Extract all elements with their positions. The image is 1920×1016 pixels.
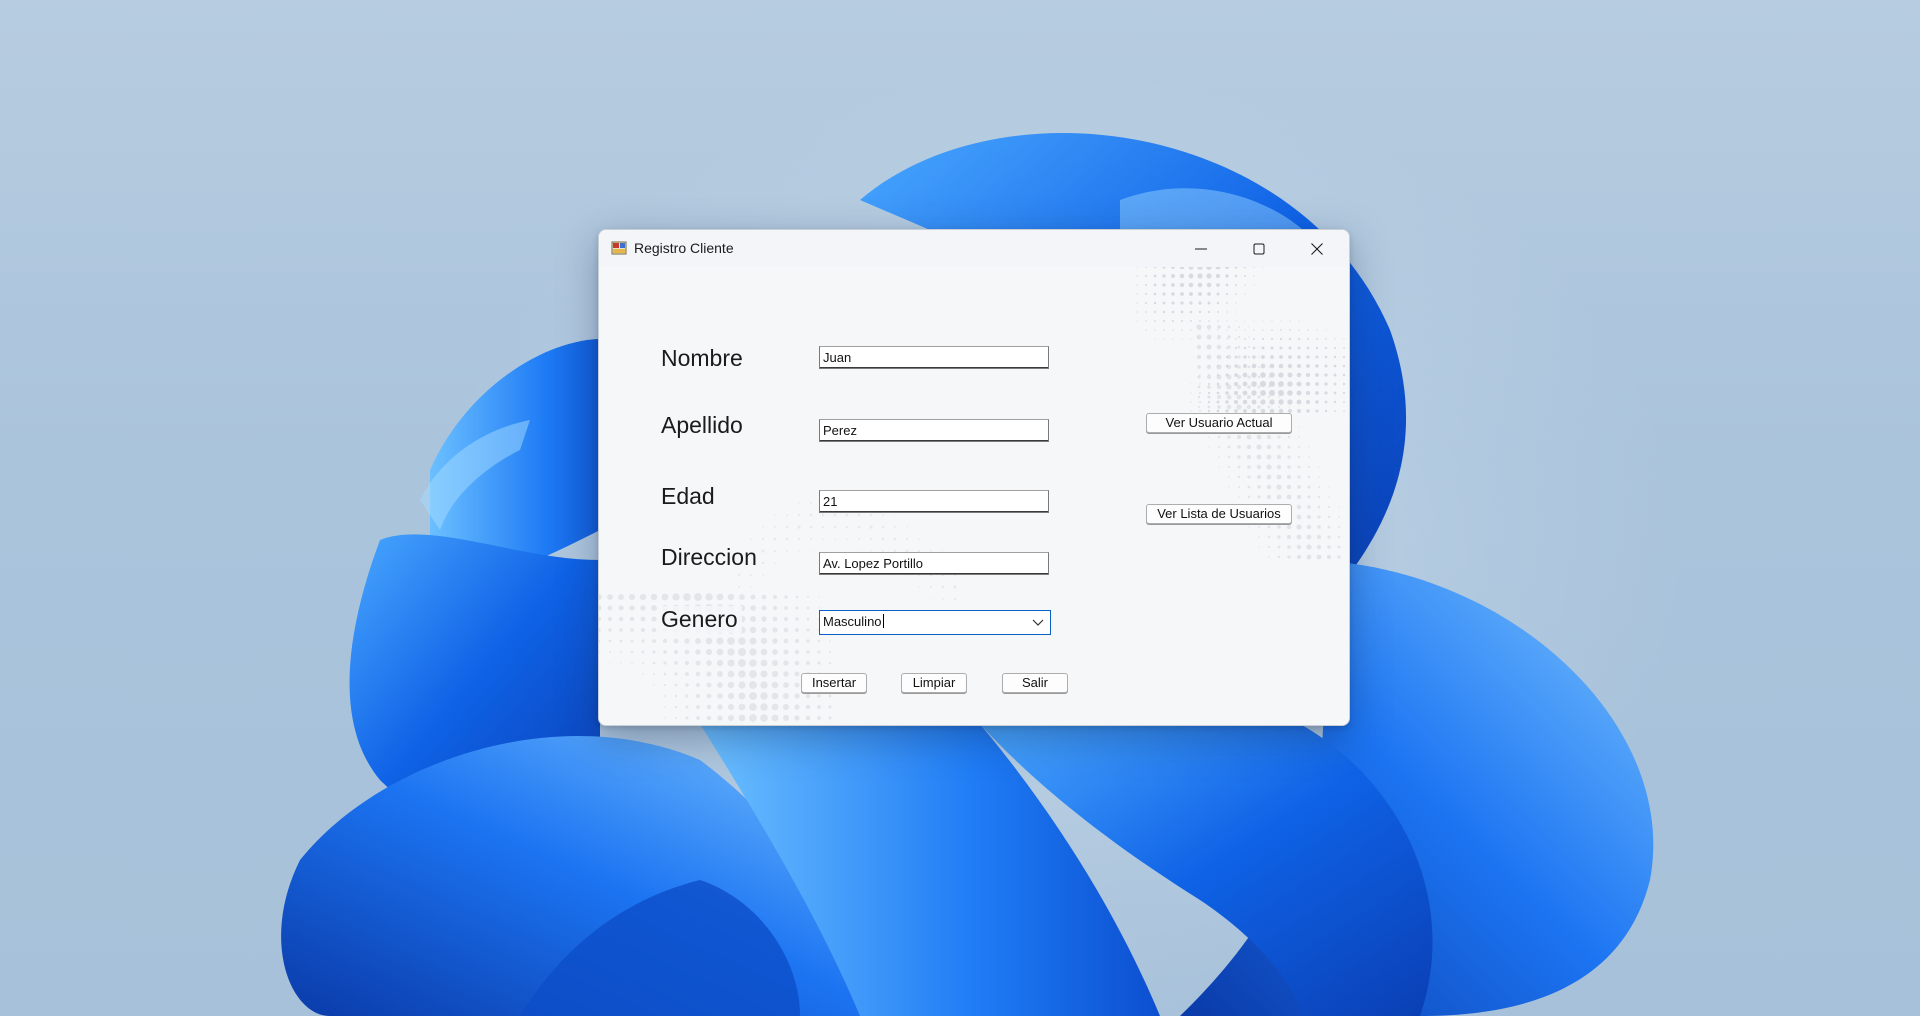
genero-label: Genero bbox=[659, 606, 742, 633]
limpiar-button[interactable]: Limpiar bbox=[901, 673, 967, 693]
form-client-area: Nombre Juan Apellido Perez Edad 21 Direc… bbox=[599, 267, 1349, 725]
ver-usuario-actual-button[interactable]: Ver Usuario Actual bbox=[1146, 413, 1292, 433]
window-title: Registro Cliente bbox=[634, 240, 734, 256]
minimize-icon bbox=[1195, 248, 1207, 250]
minimize-button[interactable] bbox=[1173, 230, 1231, 267]
genero-selected-value: Masculino bbox=[823, 614, 882, 629]
edad-label: Edad bbox=[659, 483, 719, 510]
title-bar[interactable]: Registro Cliente bbox=[599, 230, 1349, 268]
close-icon bbox=[1311, 243, 1323, 255]
direccion-input[interactable]: Av. Lopez Portillo bbox=[819, 552, 1049, 575]
direccion-label: Direccion bbox=[659, 544, 761, 571]
maximize-button[interactable] bbox=[1231, 230, 1289, 267]
salir-button[interactable]: Salir bbox=[1002, 673, 1068, 693]
insertar-button[interactable]: Insertar bbox=[801, 673, 867, 693]
ver-lista-usuarios-button[interactable]: Ver Lista de Usuarios bbox=[1146, 504, 1292, 524]
nombre-label: Nombre bbox=[659, 345, 747, 372]
nombre-input[interactable]: Juan bbox=[819, 346, 1049, 369]
edad-input[interactable]: 21 bbox=[819, 490, 1049, 513]
text-cursor bbox=[882, 614, 884, 628]
close-button[interactable] bbox=[1289, 230, 1347, 267]
genero-combobox[interactable]: Masculino bbox=[819, 610, 1051, 635]
app-form-icon bbox=[611, 241, 627, 255]
chevron-down-icon[interactable] bbox=[1032, 618, 1044, 628]
maximize-icon bbox=[1253, 243, 1265, 255]
registro-cliente-window: Registro Cliente Nombre Juan Apellido Pe… bbox=[598, 229, 1350, 726]
apellido-label: Apellido bbox=[659, 412, 747, 439]
apellido-input[interactable]: Perez bbox=[819, 419, 1049, 442]
